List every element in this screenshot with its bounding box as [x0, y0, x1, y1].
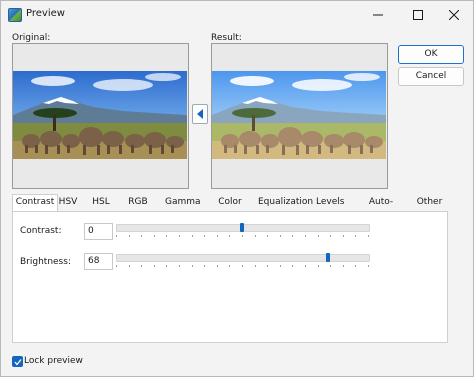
slider-tick [204, 265, 205, 267]
slider-tick [141, 235, 142, 237]
slider-tick [368, 235, 369, 237]
slider-tick [280, 235, 281, 237]
slider-tick [355, 235, 356, 237]
contrast-panel: Contrast: 0 Brightness: 68 [12, 211, 448, 343]
tab-gamma[interactable]: Gamma [165, 195, 201, 210]
original-label: Original: [12, 33, 51, 43]
app-icon [8, 8, 22, 22]
tab-rgb[interactable]: RGB [126, 195, 150, 210]
tab-other[interactable]: Other [415, 195, 444, 210]
slider-tick [318, 265, 319, 267]
slider-tick [255, 265, 256, 267]
slider-tick [217, 235, 218, 237]
slider-tick [292, 265, 293, 267]
slider-tick [330, 265, 331, 267]
slider-tick [166, 235, 167, 237]
slider-tick [129, 265, 130, 267]
original-image [13, 71, 187, 159]
slider-tick [116, 235, 117, 237]
contrast-value-input[interactable]: 0 [84, 223, 113, 240]
preview-dialog: Preview Original: Result: OK Cancel Cont… [0, 0, 474, 377]
slider-tick [154, 265, 155, 267]
slider-tick [179, 265, 180, 267]
tab-hsv[interactable]: HSV [57, 195, 79, 210]
slider-tick [368, 265, 369, 267]
minimize-button[interactable] [359, 1, 397, 29]
slider-tick [343, 235, 344, 237]
tab-levels[interactable]: Levels [316, 195, 344, 210]
slider-tick [154, 235, 155, 237]
maximize-icon [413, 10, 423, 20]
slider-tick [292, 235, 293, 237]
slider-tick [204, 235, 205, 237]
contrast-slider-thumb[interactable] [240, 223, 244, 232]
tab-auto-enhance[interactable]: Auto-Enhance [352, 195, 410, 222]
brightness-slider-thumb[interactable] [326, 253, 330, 262]
slider-tick [267, 265, 268, 267]
original-image-frame [12, 43, 189, 189]
slider-tick [255, 235, 256, 237]
slider-tick [229, 235, 230, 237]
brightness-value-input[interactable]: 68 [84, 253, 113, 270]
result-image [212, 71, 386, 159]
slider-tick [242, 235, 243, 237]
minimize-icon [373, 14, 383, 16]
slider-tick [330, 235, 331, 237]
adjustment-tabs: Contrast HSV HSL RGB Gamma Color Curve E… [12, 194, 446, 222]
slider-tick [318, 235, 319, 237]
slider-tick [116, 265, 117, 267]
slider-tick [129, 235, 130, 237]
slider-tick [141, 265, 142, 267]
maximize-button[interactable] [399, 1, 437, 29]
slider-tick [229, 265, 230, 267]
close-icon [449, 10, 459, 20]
slider-tick [166, 265, 167, 267]
slider-tick [192, 235, 193, 237]
brightness-label: Brightness: [20, 257, 71, 267]
copy-arrow-button[interactable] [192, 104, 208, 124]
title-bar[interactable]: Preview [1, 1, 473, 29]
slider-tick [355, 265, 356, 267]
tab-equalization[interactable]: Equalization [258, 195, 313, 210]
brightness-slider-ticks [116, 265, 370, 267]
slider-tick [192, 265, 193, 267]
slider-tick [217, 265, 218, 267]
tab-contrast[interactable]: Contrast [12, 194, 58, 212]
result-label: Result: [211, 33, 242, 43]
lock-preview-checkbox[interactable] [12, 356, 23, 367]
slider-tick [179, 235, 180, 237]
cancel-button[interactable]: Cancel [398, 67, 464, 86]
slider-tick [267, 235, 268, 237]
result-image-frame [211, 43, 388, 189]
slider-tick [242, 265, 243, 267]
arrow-left-icon [197, 109, 203, 119]
slider-tick [280, 265, 281, 267]
lock-preview-label: Lock preview [24, 356, 83, 366]
ok-button[interactable]: OK [398, 45, 464, 64]
contrast-slider-ticks [116, 235, 370, 237]
close-button[interactable] [435, 1, 473, 29]
slider-tick [305, 265, 306, 267]
tab-hsl[interactable]: HSL [90, 195, 112, 210]
brightness-slider-track[interactable] [116, 254, 370, 262]
checkmark-icon [14, 359, 22, 366]
window-title: Preview [26, 8, 65, 19]
slider-tick [343, 265, 344, 267]
contrast-label: Contrast: [20, 226, 62, 236]
tab-color-curve[interactable]: Color Curve [205, 195, 255, 222]
slider-tick [305, 235, 306, 237]
